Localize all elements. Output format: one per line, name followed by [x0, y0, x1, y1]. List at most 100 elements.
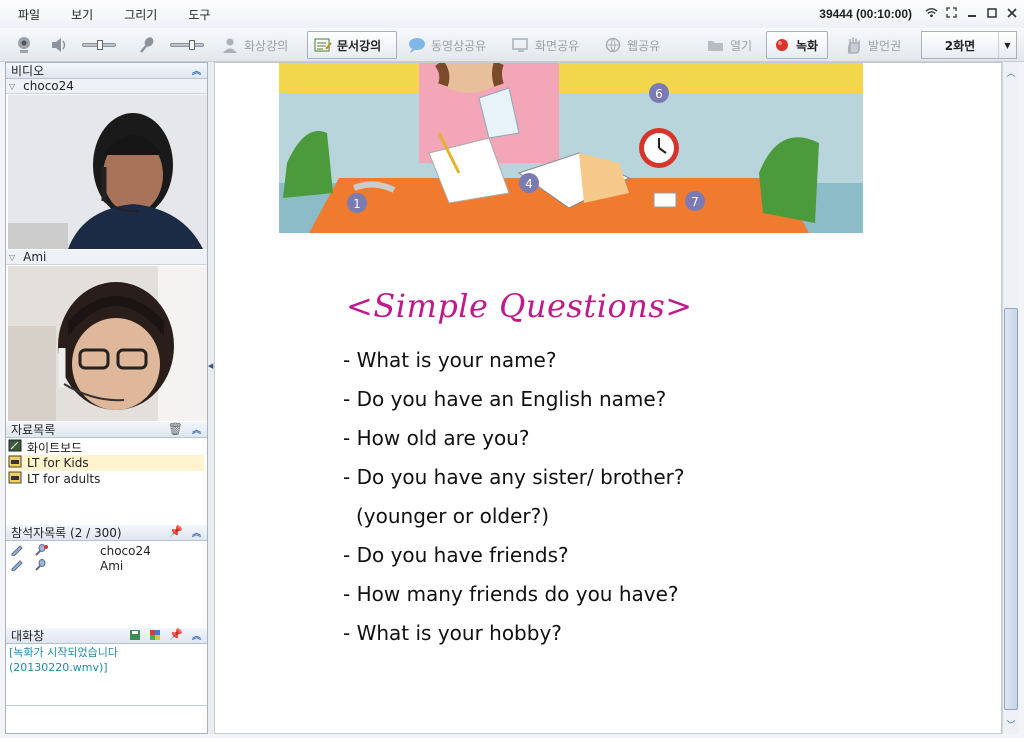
collapse-up-icon[interactable]: ︽	[192, 64, 201, 77]
chat-message: (20130220.wmv)]	[9, 661, 108, 674]
screen-share-icon	[512, 36, 530, 54]
scroll-up-icon[interactable]: ︿	[1003, 64, 1019, 80]
collapse-up-icon[interactable]: ︽	[192, 423, 201, 436]
pencil-icon	[10, 559, 34, 574]
video-share-button[interactable]: 동영상공유	[401, 31, 501, 59]
vertical-scrollbar[interactable]: ︿ ﹀	[1002, 62, 1019, 734]
record-icon	[773, 36, 791, 54]
screen-split-label: 2화면	[944, 38, 976, 53]
triangle-down-icon[interactable]: ▽	[9, 253, 15, 262]
participant-row[interactable]: choco24	[10, 544, 151, 559]
menu-draw[interactable]: 그리기	[106, 6, 170, 23]
question-line: - Do you have an English name?	[343, 387, 667, 411]
whiteboard-icon	[8, 439, 22, 455]
open-button[interactable]: 열기	[700, 31, 762, 59]
record-label: 녹화	[796, 38, 819, 53]
question-line: - What is your hobby?	[343, 621, 562, 645]
menu-view[interactable]: 보기	[53, 6, 106, 23]
student-webcam-video	[8, 266, 207, 421]
question-line: - How many friends do you have?	[343, 582, 679, 606]
scrollbar-thumb[interactable]	[1004, 308, 1018, 710]
video-user-header[interactable]: ▽ Ami	[6, 250, 207, 265]
chat-section-header: 대화창 📌 ︽	[6, 628, 207, 644]
callout-number: 1	[353, 197, 361, 211]
video-lecture-button[interactable]: 화상강의	[214, 31, 300, 59]
fullscreen-icon[interactable]	[945, 6, 958, 19]
video-chat-icon	[408, 36, 426, 54]
speaker-icon[interactable]	[48, 34, 70, 56]
participant-name: Ami	[100, 559, 124, 573]
speak-right-button[interactable]: 발언권	[838, 31, 916, 59]
callout-number: 7	[691, 195, 699, 209]
callout-number: 4	[525, 177, 533, 191]
question-line: - Do you have friends?	[343, 543, 569, 567]
scroll-down-icon[interactable]: ﹀	[1003, 716, 1019, 732]
question-line: - What is your name?	[343, 348, 557, 372]
collapse-up-icon[interactable]: ︽	[192, 629, 201, 642]
save-icon[interactable]	[129, 629, 141, 644]
file-item-whiteboard[interactable]: 화이트보드	[8, 439, 204, 455]
file-item-lt-for-adults[interactable]: LT for adults	[8, 471, 204, 487]
session-info: 39444 (00:10:00)	[819, 7, 912, 21]
question-line: - How old are you?	[343, 426, 530, 450]
folder-icon	[707, 36, 725, 54]
chat-section-title: 대화창	[11, 629, 45, 643]
maximize-icon[interactable]	[985, 6, 998, 19]
speak-right-label: 발언권	[868, 38, 902, 53]
mic-icon	[34, 544, 100, 559]
files-section-header: 자료목록 🗑 ︽	[6, 422, 207, 438]
pin-icon[interactable]: 📌	[169, 628, 183, 641]
screen-share-button[interactable]: 화면공유	[505, 31, 591, 59]
chat-message: [녹화가 시작되었습니다	[9, 646, 118, 659]
classroom-illustration: 6 4 1 7	[279, 63, 863, 235]
speaker-volume-slider[interactable]	[82, 40, 116, 50]
web-icon	[604, 36, 622, 54]
participant-row[interactable]: Ami	[10, 559, 151, 574]
trash-icon[interactable]: 🗑	[168, 422, 183, 436]
document-icon	[314, 36, 332, 54]
chat-log: [녹화가 시작되었습니다 (20130220.wmv)]	[9, 645, 204, 675]
question-line: (younger or older?)	[356, 504, 550, 528]
participant-name: choco24	[100, 544, 151, 558]
question-line: - Do you have any sister/ brother?	[343, 465, 685, 489]
mic-volume-slider[interactable]	[170, 40, 204, 50]
record-button[interactable]: 녹화	[766, 31, 828, 59]
color-palette-icon[interactable]	[149, 629, 161, 644]
window-controls	[925, 6, 1018, 19]
video-section-header: 비디오 ︽	[6, 63, 207, 79]
pencil-icon	[10, 544, 34, 559]
document-viewer[interactable]: 6 4 1 7 <Simple Questions> - What is you…	[214, 62, 1002, 734]
screen-split-dropdown[interactable]: 2화면 ▼	[921, 31, 1017, 59]
close-icon[interactable]	[1005, 6, 1018, 19]
document-file-icon	[8, 455, 22, 471]
video-share-label: 동영상공유	[431, 38, 487, 53]
collapse-up-icon[interactable]: ︽	[192, 526, 201, 539]
web-share-button[interactable]: 웹공유	[597, 31, 675, 59]
mic-icon	[34, 559, 100, 574]
collapse-left-icon[interactable]: ◀	[208, 352, 213, 380]
screen-share-label: 화면공유	[535, 38, 580, 53]
menu-tools[interactable]: 도구	[170, 6, 223, 23]
menu-bar: 파일 보기 그리기 도구 39444 (00:10:00)	[0, 0, 1024, 28]
participants-section-title: 참석자목록 (2 / 300)	[11, 526, 122, 540]
chat-input[interactable]	[6, 705, 207, 733]
document-lecture-label: 문서강의	[337, 38, 382, 53]
triangle-down-icon[interactable]: ▽	[9, 82, 15, 91]
wifi-icon	[925, 6, 938, 19]
video-user-header[interactable]: ▽ choco24	[6, 79, 207, 94]
webcam-icon[interactable]	[13, 34, 35, 56]
document-lecture-button[interactable]: 문서강의	[307, 31, 397, 59]
pin-icon[interactable]: 📌	[169, 525, 183, 538]
open-label: 열기	[730, 38, 753, 53]
minimize-icon[interactable]	[965, 6, 978, 19]
hand-icon	[845, 36, 863, 54]
files-section-title: 자료목록	[11, 423, 56, 437]
left-panel: 비디오 ︽ ▽ choco24 ▽ Ami 자료목록 🗑 ︽ 화이트보드 LT …	[5, 62, 208, 734]
video-user-name: Ami	[23, 250, 47, 264]
file-item-lt-for-kids[interactable]: LT for Kids	[8, 455, 204, 471]
microphone-icon[interactable]	[136, 34, 158, 56]
file-item-label: LT for adults	[27, 472, 101, 486]
video-lecture-label: 화상강의	[244, 38, 289, 53]
participants-section-header: 참석자목록 (2 / 300) 📌 ︽	[6, 525, 207, 541]
menu-file[interactable]: 파일	[0, 6, 53, 23]
